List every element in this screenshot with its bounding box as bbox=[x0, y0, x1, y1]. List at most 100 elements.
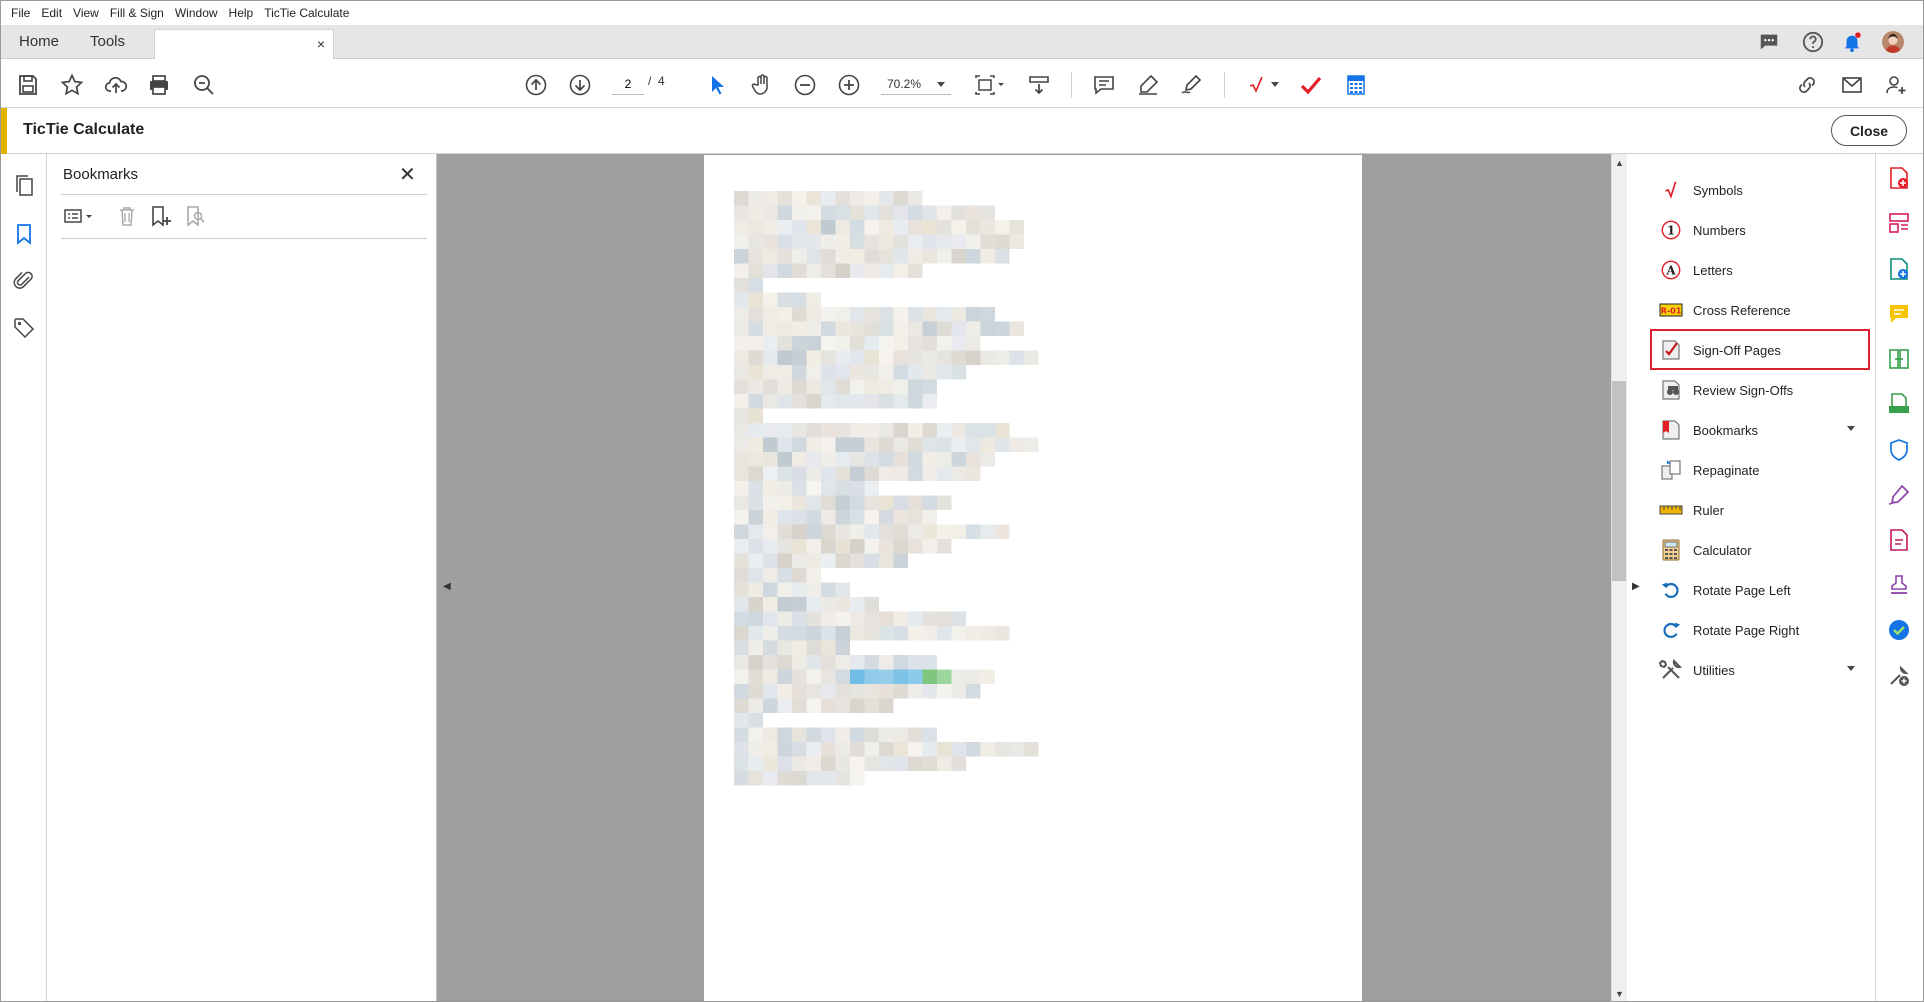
protect-shield-icon[interactable] bbox=[1887, 438, 1911, 462]
tool-repaginate[interactable]: Repaginate bbox=[1659, 455, 1869, 485]
find-zoom-icon[interactable] bbox=[191, 72, 217, 98]
redacted-pixel bbox=[850, 756, 865, 771]
tool-review-sign-offs[interactable]: Review Sign-Offs bbox=[1659, 375, 1869, 405]
redacted-pixel bbox=[922, 684, 937, 699]
menu-window[interactable]: Window bbox=[175, 6, 218, 20]
redacted-pixel bbox=[792, 771, 807, 786]
redacted-pixel bbox=[821, 597, 836, 612]
tictie-calculator-icon[interactable] bbox=[1343, 72, 1369, 98]
star-bookmark-icon[interactable] bbox=[59, 72, 85, 98]
close-tab-icon[interactable]: × bbox=[317, 36, 325, 52]
menu-view[interactable]: View bbox=[73, 6, 99, 20]
comment-icon[interactable] bbox=[1091, 72, 1117, 98]
calculator-icon bbox=[1659, 538, 1683, 562]
tool-ruler[interactable]: Ruler bbox=[1659, 495, 1869, 525]
collapse-right-panel-icon[interactable]: ▶ bbox=[1632, 581, 1640, 592]
zoom-level-select[interactable]: 70.2% bbox=[881, 73, 951, 95]
edit-pdf-icon[interactable] bbox=[1887, 257, 1911, 281]
redacted-pixel bbox=[734, 423, 749, 438]
fit-page-icon[interactable] bbox=[971, 72, 1007, 98]
delete-bookmark-icon[interactable] bbox=[115, 204, 141, 230]
redacted-pixel bbox=[922, 669, 937, 684]
tool-symbols[interactable]: Symbols bbox=[1659, 175, 1869, 205]
attachments-paperclip-icon[interactable] bbox=[12, 268, 36, 292]
find-bookmark-icon[interactable] bbox=[183, 204, 209, 230]
scan-ocr-icon[interactable] bbox=[1887, 392, 1911, 416]
page-number-input[interactable] bbox=[612, 73, 644, 95]
tool-letters[interactable]: A Letters bbox=[1659, 255, 1869, 285]
scroll-down-arrow-icon[interactable]: ▼ bbox=[1615, 989, 1624, 999]
organize-pages-icon[interactable] bbox=[1887, 211, 1911, 235]
fill-sign-icon[interactable] bbox=[1887, 483, 1911, 507]
comment-tool-icon[interactable] bbox=[1887, 302, 1911, 326]
redacted-pixel bbox=[734, 408, 749, 423]
tags-icon[interactable] bbox=[12, 316, 36, 340]
combine-files-icon[interactable] bbox=[1887, 347, 1911, 371]
tab-tools[interactable]: Tools bbox=[90, 33, 125, 50]
close-tool-button[interactable]: Close bbox=[1831, 115, 1907, 146]
collapse-left-panel-icon[interactable]: ◀ bbox=[443, 581, 451, 592]
pdf-page[interactable] bbox=[704, 155, 1362, 1001]
tool-calculator[interactable]: Calculator bbox=[1659, 535, 1869, 565]
redacted-pixel bbox=[806, 669, 821, 684]
menu-fill-sign[interactable]: Fill & Sign bbox=[110, 6, 164, 20]
tictie-tick-icon[interactable] bbox=[1298, 72, 1324, 98]
export-pdf-icon[interactable] bbox=[1887, 166, 1911, 190]
tool-bookmarks[interactable]: Bookmarks bbox=[1659, 415, 1869, 445]
next-page-icon[interactable] bbox=[567, 72, 593, 98]
menu-help[interactable]: Help bbox=[229, 6, 254, 20]
menu-file[interactable]: File bbox=[11, 6, 30, 20]
previous-page-icon[interactable] bbox=[523, 72, 549, 98]
tab-home[interactable]: Home bbox=[19, 33, 59, 50]
redacted-pixel bbox=[748, 771, 763, 786]
cloud-upload-icon[interactable] bbox=[103, 72, 129, 98]
tab-document[interactable]: × bbox=[154, 29, 334, 59]
scroll-mode-icon[interactable] bbox=[1026, 72, 1052, 98]
more-tools-icon[interactable] bbox=[1887, 664, 1911, 688]
expand-arrow-icon[interactable] bbox=[1847, 426, 1855, 431]
menu-tictie-calculate[interactable]: TicTie Calculate bbox=[264, 6, 349, 20]
menu-edit[interactable]: Edit bbox=[41, 6, 62, 20]
help-icon[interactable] bbox=[1802, 31, 1824, 53]
tool-rotate-page-right[interactable]: Rotate Page Right bbox=[1659, 615, 1869, 645]
redacted-pixel bbox=[893, 307, 908, 322]
select-arrow-icon[interactable] bbox=[705, 72, 731, 98]
user-avatar[interactable] bbox=[1882, 31, 1904, 53]
tictie-symbol-checkmark-icon[interactable] bbox=[1244, 72, 1270, 98]
save-icon[interactable] bbox=[15, 72, 41, 98]
verified-check-icon[interactable] bbox=[1887, 618, 1911, 642]
redacted-pixel bbox=[879, 684, 894, 699]
bookmark-options-icon[interactable] bbox=[63, 204, 99, 230]
zoom-in-icon[interactable] bbox=[836, 72, 862, 98]
new-bookmark-icon[interactable] bbox=[149, 204, 175, 230]
tool-utilities[interactable]: Utilities bbox=[1659, 655, 1869, 685]
tool-cross-reference[interactable]: R-01 Cross Reference bbox=[1659, 295, 1869, 325]
svg-text:R-01: R-01 bbox=[1661, 307, 1682, 316]
hand-pan-icon[interactable] bbox=[749, 72, 775, 98]
sign-pen-icon[interactable] bbox=[1178, 72, 1204, 98]
redacted-pixel bbox=[792, 539, 807, 554]
scroll-up-arrow-icon[interactable]: ▲ bbox=[1615, 158, 1624, 168]
share-link-icon[interactable] bbox=[1794, 72, 1820, 98]
redacted-pixel bbox=[821, 365, 836, 380]
redacted-pixel bbox=[980, 742, 995, 757]
symbol-dropdown-arrow-icon[interactable] bbox=[1271, 82, 1279, 87]
email-icon[interactable] bbox=[1839, 72, 1865, 98]
page-thumbnails-icon[interactable] bbox=[12, 174, 36, 198]
zoom-out-icon[interactable] bbox=[792, 72, 818, 98]
tool-rotate-page-left[interactable]: Rotate Page Left bbox=[1659, 575, 1869, 605]
redacted-pixel bbox=[763, 655, 778, 670]
bookmarks-panel-icon[interactable] bbox=[12, 222, 36, 246]
notifications-bell-icon[interactable] bbox=[1841, 31, 1863, 53]
close-panel-icon[interactable]: ✕ bbox=[399, 162, 416, 187]
create-pdf-icon[interactable] bbox=[1887, 528, 1911, 552]
stamp-icon[interactable] bbox=[1887, 573, 1911, 597]
add-user-icon[interactable] bbox=[1883, 72, 1909, 98]
expand-arrow-icon[interactable] bbox=[1847, 666, 1855, 671]
print-icon[interactable] bbox=[146, 72, 172, 98]
highlight-pen-icon[interactable] bbox=[1135, 72, 1161, 98]
tool-numbers[interactable]: 1 Numbers bbox=[1659, 215, 1869, 245]
redacted-pixel bbox=[893, 539, 908, 554]
chat-icon[interactable] bbox=[1758, 31, 1780, 53]
scrollbar-thumb[interactable] bbox=[1612, 381, 1626, 581]
